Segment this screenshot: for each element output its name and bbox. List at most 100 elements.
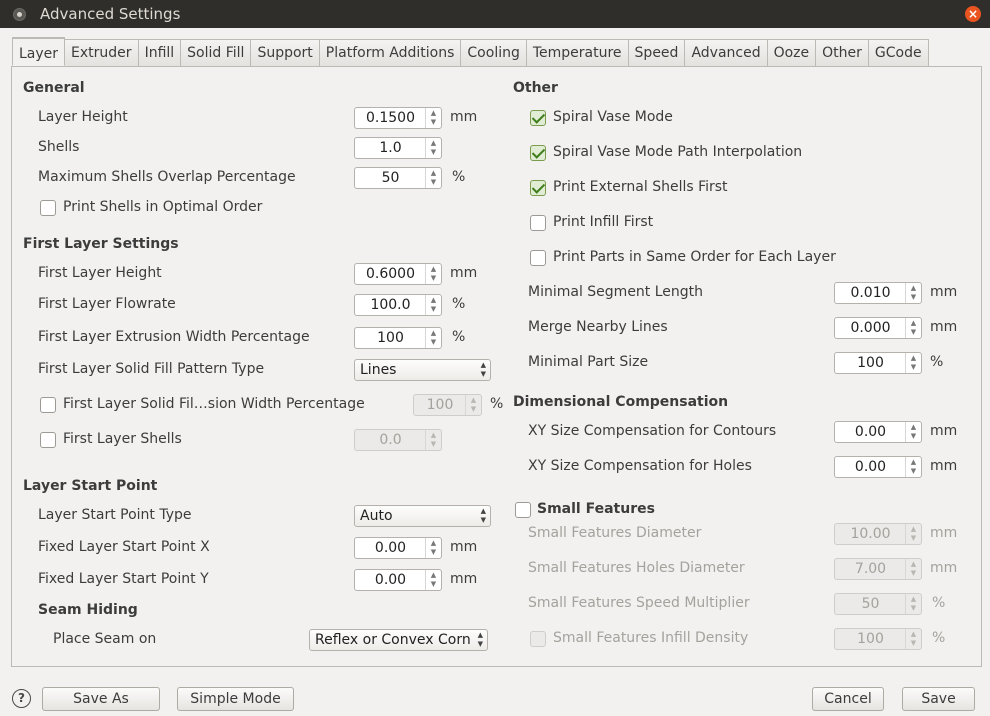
- small-features-infill-label: Small Features Infill Density: [553, 630, 749, 646]
- xy-holes-spinbox[interactable]: 0.00 ▲ ▼: [834, 456, 922, 478]
- spiral-vase-label: Spiral Vase Mode: [553, 109, 673, 125]
- min-segment-spinbox[interactable]: 0.010 ▲ ▼: [834, 282, 922, 304]
- max-shells-overlap-spinbox[interactable]: 50 ▲ ▼: [354, 167, 442, 189]
- small-features-diameter-label: Small Features Diameter: [528, 525, 702, 541]
- spin-arrows-icon[interactable]: ▲ ▼: [425, 108, 441, 128]
- small-features-checkbox[interactable]: [515, 502, 531, 518]
- shells-spinbox[interactable]: 1.0 ▲ ▼: [354, 137, 442, 159]
- small-features-holes-label: Small Features Holes Diameter: [528, 560, 745, 576]
- tab-platform-additions[interactable]: Platform Additions: [319, 39, 462, 67]
- first-layer-flowrate-label: First Layer Flowrate: [38, 296, 176, 312]
- close-icon[interactable]: ×: [965, 6, 981, 22]
- start-point-y-unit: mm: [450, 571, 478, 587]
- max-shells-overlap-unit: %: [452, 169, 466, 185]
- first-layer-fill-pattern-label: First Layer Solid Fill Pattern Type: [38, 361, 265, 377]
- first-layer-shells-spinbox[interactable]: 0.0 ▲ ▼: [354, 429, 442, 451]
- spin-arrows-icon[interactable]: ▲ ▼: [905, 524, 921, 544]
- tab-temperature[interactable]: Temperature: [526, 39, 629, 67]
- tab-infill[interactable]: Infill: [138, 39, 182, 67]
- spin-arrows-icon[interactable]: ▲ ▼: [425, 570, 441, 590]
- first-layer-flowrate-spinbox[interactable]: 100.0 ▲ ▼: [354, 294, 442, 316]
- first-layer-shells-checkbox[interactable]: [40, 432, 56, 448]
- spin-arrows-icon[interactable]: ▲ ▼: [425, 295, 441, 315]
- section-general: General: [23, 80, 85, 96]
- spiral-interp-checkbox[interactable]: [530, 145, 546, 161]
- layer-height-unit: mm: [450, 109, 478, 125]
- layer-height-spinbox[interactable]: 0.1500 ▲ ▼: [354, 107, 442, 129]
- small-features-infill-checkbox[interactable]: [530, 631, 546, 647]
- small-features-speed-label: Small Features Speed Multiplier: [528, 595, 750, 611]
- spin-arrows-icon[interactable]: ▲ ▼: [425, 328, 441, 348]
- spin-arrows-icon[interactable]: ▲ ▼: [425, 430, 441, 450]
- first-layer-solid-fill-width-spinbox[interactable]: 100 ▲ ▼: [413, 394, 482, 416]
- tab-layer[interactable]: Layer: [12, 37, 66, 66]
- merge-lines-spinbox[interactable]: 0.000 ▲ ▼: [834, 317, 922, 339]
- place-seam-label: Place Seam on: [53, 631, 157, 647]
- combo-arrows-icon: ▲ ▼: [480, 507, 486, 524]
- start-point-x-spinbox[interactable]: 0.00 ▲ ▼: [354, 537, 442, 559]
- spin-arrows-icon[interactable]: ▲ ▼: [905, 594, 921, 614]
- first-layer-extrusion-width-spinbox[interactable]: 100 ▲ ▼: [354, 327, 442, 349]
- min-segment-unit: mm: [930, 284, 958, 300]
- tab-solid-fill[interactable]: Solid Fill: [181, 39, 252, 67]
- layer-start-type-select[interactable]: Auto ▲ ▼: [354, 505, 491, 527]
- first-layer-fill-pattern-select[interactable]: Lines ▲ ▼: [354, 359, 491, 381]
- external-shells-first-checkbox[interactable]: [530, 180, 546, 196]
- small-features-infill-unit: %: [932, 630, 946, 646]
- tab-other[interactable]: Other: [816, 39, 869, 67]
- first-layer-height-spinbox[interactable]: 0.6000 ▲ ▼: [354, 263, 442, 285]
- section-seam-hiding: Seam Hiding: [38, 602, 138, 618]
- tab-advanced[interactable]: Advanced: [685, 39, 768, 67]
- tab-cooling[interactable]: Cooling: [461, 39, 527, 67]
- small-features-diameter-spinbox[interactable]: 10.00 ▲ ▼: [834, 523, 922, 545]
- small-features-infill-spinbox[interactable]: 100 ▲ ▼: [834, 628, 922, 650]
- tab-gcode[interactable]: GCode: [868, 39, 929, 67]
- first-layer-solid-fill-width-unit: %: [490, 396, 504, 412]
- spin-arrows-icon[interactable]: ▲ ▼: [905, 629, 921, 649]
- spin-arrows-icon[interactable]: ▲ ▼: [905, 353, 921, 373]
- spin-arrows-icon[interactable]: ▲ ▼: [425, 138, 441, 158]
- place-seam-select[interactable]: Reflex or Convex Corne ▲ ▼: [309, 629, 488, 651]
- xy-contours-spinbox[interactable]: 0.00 ▲ ▼: [834, 421, 922, 443]
- small-features-holes-spinbox[interactable]: 7.00 ▲ ▼: [834, 558, 922, 580]
- xy-holes-unit: mm: [930, 458, 958, 474]
- combo-arrows-icon: ▲ ▼: [480, 361, 486, 378]
- tab-support[interactable]: Support: [251, 39, 320, 67]
- min-part-spinbox[interactable]: 100 ▲ ▼: [834, 352, 922, 374]
- min-part-label: Minimal Part Size: [528, 354, 649, 370]
- save-button[interactable]: Save: [902, 687, 975, 711]
- cancel-button[interactable]: Cancel: [812, 687, 884, 711]
- first-layer-extrusion-width-unit: %: [452, 329, 466, 345]
- spin-arrows-icon[interactable]: ▲ ▼: [465, 395, 481, 415]
- spin-arrows-icon[interactable]: ▲ ▼: [425, 264, 441, 284]
- small-features-speed-spinbox[interactable]: 50 ▲ ▼: [834, 593, 922, 615]
- tab-extruder[interactable]: Extruder: [65, 39, 139, 67]
- section-other: Other: [513, 80, 558, 96]
- spin-arrows-icon[interactable]: ▲ ▼: [905, 318, 921, 338]
- window-menu-icon[interactable]: [13, 8, 26, 21]
- spiral-vase-checkbox[interactable]: [530, 110, 546, 126]
- simple-mode-button[interactable]: Simple Mode: [177, 687, 294, 711]
- spin-arrows-icon[interactable]: ▲ ▼: [905, 422, 921, 442]
- tab-ooze[interactable]: Ooze: [767, 39, 817, 67]
- spin-arrows-icon[interactable]: ▲ ▼: [905, 559, 921, 579]
- help-icon[interactable]: ?: [12, 689, 31, 708]
- section-layer-start-point: Layer Start Point: [23, 478, 158, 494]
- small-features-speed-unit: %: [932, 595, 946, 611]
- spin-arrows-icon[interactable]: ▲ ▼: [905, 457, 921, 477]
- spin-arrows-icon[interactable]: ▲ ▼: [425, 538, 441, 558]
- print-shells-optimal-label: Print Shells in Optimal Order: [63, 199, 263, 215]
- print-shells-optimal-checkbox[interactable]: [40, 200, 56, 216]
- start-point-y-spinbox[interactable]: 0.00 ▲ ▼: [354, 569, 442, 591]
- tab-speed[interactable]: Speed: [628, 39, 686, 67]
- spin-arrows-icon[interactable]: ▲ ▼: [425, 168, 441, 188]
- infill-first-label: Print Infill First: [553, 214, 654, 230]
- same-order-checkbox[interactable]: [530, 250, 546, 266]
- infill-first-checkbox[interactable]: [530, 215, 546, 231]
- same-order-label: Print Parts in Same Order for Each Layer: [553, 249, 836, 265]
- spin-arrows-icon[interactable]: ▲ ▼: [905, 283, 921, 303]
- xy-holes-label: XY Size Compensation for Holes: [528, 458, 752, 474]
- start-point-x-unit: mm: [450, 539, 478, 555]
- first-layer-solid-fill-width-checkbox[interactable]: [40, 397, 56, 413]
- save-as-button[interactable]: Save As: [42, 687, 160, 711]
